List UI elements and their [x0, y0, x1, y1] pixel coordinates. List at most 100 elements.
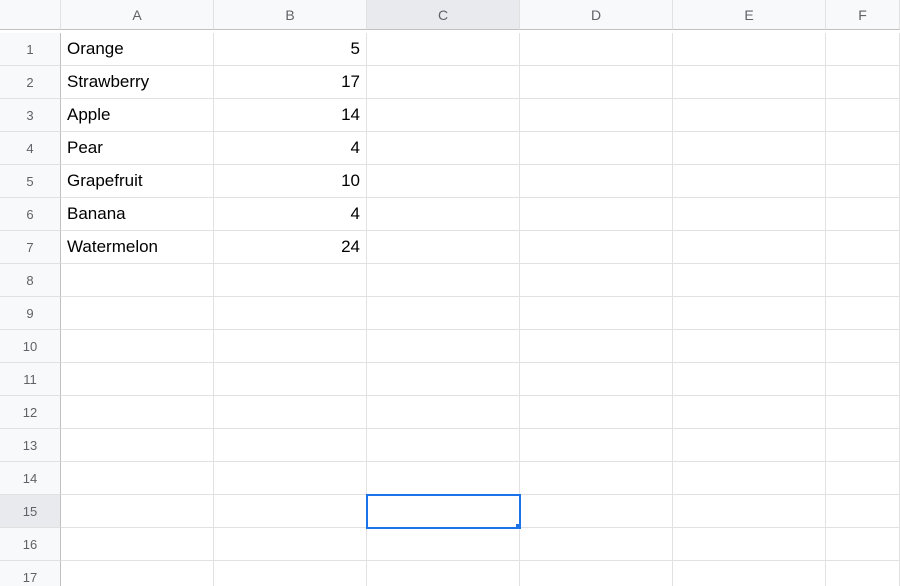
cell-C8[interactable]: [367, 264, 520, 297]
cell-A1[interactable]: Orange: [61, 33, 214, 66]
cell-B3[interactable]: 14: [214, 99, 367, 132]
row-header-5[interactable]: 5: [0, 165, 61, 198]
cell-E2[interactable]: [673, 66, 826, 99]
column-header-D[interactable]: D: [520, 0, 673, 30]
cell-B10[interactable]: [214, 330, 367, 363]
row-header-15[interactable]: 15: [0, 495, 61, 528]
cell-B8[interactable]: [214, 264, 367, 297]
cell-E16[interactable]: [673, 528, 826, 561]
cell-C10[interactable]: [367, 330, 520, 363]
cell-A9[interactable]: [61, 297, 214, 330]
fill-handle[interactable]: [516, 524, 520, 528]
cell-C4[interactable]: [367, 132, 520, 165]
cell-F6[interactable]: [826, 198, 900, 231]
cell-A7[interactable]: Watermelon: [61, 231, 214, 264]
cell-C14[interactable]: [367, 462, 520, 495]
cell-F1[interactable]: [826, 33, 900, 66]
cell-E13[interactable]: [673, 429, 826, 462]
cell-D13[interactable]: [520, 429, 673, 462]
cell-B6[interactable]: 4: [214, 198, 367, 231]
row-header-14[interactable]: 14: [0, 462, 61, 495]
cell-D7[interactable]: [520, 231, 673, 264]
row-header-11[interactable]: 11: [0, 363, 61, 396]
cell-E8[interactable]: [673, 264, 826, 297]
cell-C12[interactable]: [367, 396, 520, 429]
cell-C15[interactable]: [367, 495, 520, 528]
row-header-2[interactable]: 2: [0, 66, 61, 99]
cell-D9[interactable]: [520, 297, 673, 330]
cell-B7[interactable]: 24: [214, 231, 367, 264]
cell-A6[interactable]: Banana: [61, 198, 214, 231]
row-header-7[interactable]: 7: [0, 231, 61, 264]
cell-B2[interactable]: 17: [214, 66, 367, 99]
cell-C5[interactable]: [367, 165, 520, 198]
cell-C3[interactable]: [367, 99, 520, 132]
cell-D4[interactable]: [520, 132, 673, 165]
cell-D10[interactable]: [520, 330, 673, 363]
cell-F7[interactable]: [826, 231, 900, 264]
cell-A13[interactable]: [61, 429, 214, 462]
row-header-13[interactable]: 13: [0, 429, 61, 462]
cell-F5[interactable]: [826, 165, 900, 198]
cell-B12[interactable]: [214, 396, 367, 429]
row-header-9[interactable]: 9: [0, 297, 61, 330]
cell-B1[interactable]: 5: [214, 33, 367, 66]
cell-D6[interactable]: [520, 198, 673, 231]
row-header-4[interactable]: 4: [0, 132, 61, 165]
cell-E17[interactable]: [673, 561, 826, 586]
cell-A8[interactable]: [61, 264, 214, 297]
cell-B13[interactable]: [214, 429, 367, 462]
cell-C11[interactable]: [367, 363, 520, 396]
select-all-corner[interactable]: [0, 0, 61, 30]
row-header-3[interactable]: 3: [0, 99, 61, 132]
cell-F14[interactable]: [826, 462, 900, 495]
cell-F15[interactable]: [826, 495, 900, 528]
cell-F4[interactable]: [826, 132, 900, 165]
row-header-10[interactable]: 10: [0, 330, 61, 363]
cell-A10[interactable]: [61, 330, 214, 363]
cell-B11[interactable]: [214, 363, 367, 396]
row-header-6[interactable]: 6: [0, 198, 61, 231]
cell-F16[interactable]: [826, 528, 900, 561]
cell-A12[interactable]: [61, 396, 214, 429]
column-header-E[interactable]: E: [673, 0, 826, 30]
cell-B4[interactable]: 4: [214, 132, 367, 165]
cell-B14[interactable]: [214, 462, 367, 495]
cell-D17[interactable]: [520, 561, 673, 586]
cell-E3[interactable]: [673, 99, 826, 132]
cell-E14[interactable]: [673, 462, 826, 495]
cell-F9[interactable]: [826, 297, 900, 330]
cell-E4[interactable]: [673, 132, 826, 165]
cell-A2[interactable]: Strawberry: [61, 66, 214, 99]
row-header-1[interactable]: 1: [0, 33, 61, 66]
cell-D11[interactable]: [520, 363, 673, 396]
cell-C2[interactable]: [367, 66, 520, 99]
row-header-8[interactable]: 8: [0, 264, 61, 297]
cell-F10[interactable]: [826, 330, 900, 363]
row-header-16[interactable]: 16: [0, 528, 61, 561]
cell-F3[interactable]: [826, 99, 900, 132]
spreadsheet-grid[interactable]: ABCDEF1Orange52Strawberry173Apple144Pear…: [0, 0, 900, 586]
cell-A17[interactable]: [61, 561, 214, 586]
cell-C16[interactable]: [367, 528, 520, 561]
cell-E12[interactable]: [673, 396, 826, 429]
cell-D14[interactable]: [520, 462, 673, 495]
cell-E5[interactable]: [673, 165, 826, 198]
cell-F17[interactable]: [826, 561, 900, 586]
cell-F12[interactable]: [826, 396, 900, 429]
cell-A16[interactable]: [61, 528, 214, 561]
column-header-C[interactable]: C: [367, 0, 520, 30]
cell-D12[interactable]: [520, 396, 673, 429]
column-header-B[interactable]: B: [214, 0, 367, 30]
cell-D5[interactable]: [520, 165, 673, 198]
cell-A14[interactable]: [61, 462, 214, 495]
row-header-17[interactable]: 17: [0, 561, 61, 586]
cell-B9[interactable]: [214, 297, 367, 330]
column-header-F[interactable]: F: [826, 0, 900, 30]
cell-B16[interactable]: [214, 528, 367, 561]
cell-D1[interactable]: [520, 33, 673, 66]
cell-A15[interactable]: [61, 495, 214, 528]
cell-C13[interactable]: [367, 429, 520, 462]
cell-C17[interactable]: [367, 561, 520, 586]
cell-C6[interactable]: [367, 198, 520, 231]
